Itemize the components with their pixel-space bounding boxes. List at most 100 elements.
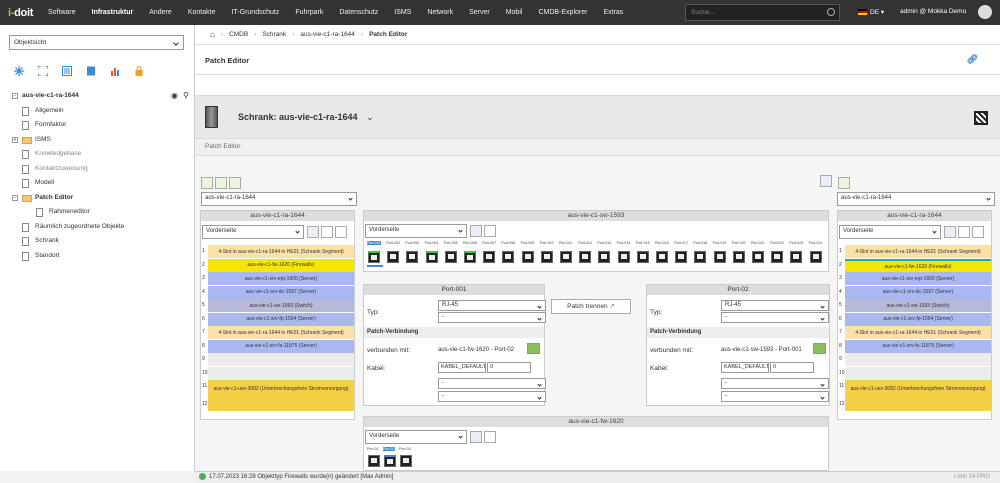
- cable-select-1[interactable]: -: [438, 378, 546, 389]
- switch-port[interactable]: [732, 251, 745, 263]
- nav-item-network[interactable]: Network: [419, 0, 461, 25]
- collapse-icon[interactable]: −: [12, 93, 18, 99]
- rack-unit-slot[interactable]: [845, 353, 991, 366]
- switch-port[interactable]: [790, 251, 803, 263]
- cable-select-1[interactable]: -: [721, 378, 829, 389]
- object-title[interactable]: Schrank: aus-vie-c1-ra-1644 ⌄: [238, 112, 374, 123]
- rack-unit-slot[interactable]: aus-vie-c1-srv-dc-1597 (Server): [208, 285, 354, 299]
- firewall-port[interactable]: [400, 455, 412, 467]
- arrow-left-icon[interactable]: [838, 177, 850, 189]
- switch-port[interactable]: [656, 251, 668, 263]
- nav-item-extras[interactable]: Extras: [595, 0, 631, 25]
- type-select[interactable]: RJ-45: [438, 300, 546, 311]
- rack-unit-slot[interactable]: [208, 398, 354, 411]
- tree-item-kontaktzuweisung[interactable]: Kontaktzuweisung: [8, 162, 193, 177]
- switch-port[interactable]: [579, 251, 592, 263]
- switch-port[interactable]: [636, 251, 649, 263]
- breadcrumb-schrank[interactable]: Schrank: [262, 31, 286, 38]
- rack-unit-slot[interactable]: 4-Slot in aus-vie-c1-ra-1644 in HE01 (Sc…: [208, 245, 354, 258]
- rack-unit-slot[interactable]: 4-Slot in aus-vie-c1-ra-1644 in HE01 (Sc…: [208, 326, 354, 339]
- switch-port[interactable]: [387, 251, 400, 263]
- switch-port[interactable]: [406, 251, 419, 263]
- tree-item-rahmeneditor[interactable]: Rahmeneditor: [8, 205, 193, 220]
- nav-item-isms[interactable]: ISMS: [386, 0, 419, 25]
- switch-port[interactable]: [464, 251, 476, 263]
- search-input[interactable]: Suche...: [685, 4, 840, 21]
- switch-port[interactable]: [368, 251, 380, 263]
- tree-item-räumlich-zugeordnete-objekte[interactable]: Räumlich zugeordnete Objekte: [8, 220, 193, 235]
- list-icon[interactable]: [62, 66, 72, 76]
- refresh-icon[interactable]: [958, 226, 970, 238]
- side-select[interactable]: Vorderseite: [839, 225, 941, 239]
- rack-unit-slot[interactable]: [208, 366, 354, 380]
- rack-unit-slot[interactable]: aus-vie-c1-srv-erp-1600 (Server): [845, 272, 991, 285]
- settings-icon[interactable]: [14, 66, 24, 76]
- rack-unit-slot[interactable]: aus-vie-c1-srv-fp-1594 (Server): [208, 312, 354, 326]
- nav-item-server[interactable]: Server: [461, 0, 498, 25]
- switch-port[interactable]: [540, 251, 553, 263]
- switch-port[interactable]: [752, 251, 764, 263]
- tree-root[interactable]: − aus-vie-c1-ra-1644 ◉ ⚲: [8, 89, 193, 104]
- type2-select[interactable]: -: [438, 312, 546, 323]
- expand-icon[interactable]: +: [12, 136, 18, 143]
- tree-item-schrank[interactable]: Schrank: [8, 234, 193, 249]
- rack-unit-slot[interactable]: aus-vie-c1-srv-erp-1600 (Server): [208, 272, 354, 285]
- refresh-icon[interactable]: [215, 177, 227, 189]
- collapse-icon[interactable]: −: [12, 194, 18, 201]
- chevron-down-icon[interactable]: ⌄: [366, 112, 374, 122]
- disconnect-button[interactable]: Patch trennen ↗: [551, 299, 631, 314]
- type-select[interactable]: RJ-45: [721, 300, 829, 311]
- tree-item-isms[interactable]: + ISMS: [8, 133, 193, 148]
- lock-icon[interactable]: [134, 66, 144, 76]
- view-icon[interactable]: [944, 226, 956, 238]
- switch-port[interactable]: [425, 251, 438, 263]
- right-rack-select[interactable]: aus-vie-c1-ra-1644: [837, 192, 995, 206]
- edit-icon[interactable]: [820, 175, 832, 187]
- rack-unit-slot[interactable]: [845, 398, 991, 411]
- print-icon[interactable]: [484, 431, 496, 443]
- nav-item-infrastruktur[interactable]: Infrastruktur: [84, 0, 142, 25]
- tree-item-knowledgebase[interactable]: Knowledgebase: [8, 147, 193, 162]
- connected-value[interactable]: aus-vie-c1-fw-1620 - Port-02: [438, 347, 514, 353]
- rack-unit-slot[interactable]: aus-vie-c1-sw-1593 (Switch): [845, 299, 991, 312]
- plug-icon[interactable]: [527, 343, 540, 354]
- switch-port[interactable]: [521, 251, 534, 263]
- firewall-port[interactable]: [384, 455, 396, 467]
- user-menu[interactable]: admin @ Mokka Demo: [900, 8, 966, 15]
- tree-item-formfaktor[interactable]: Formfaktor: [8, 118, 193, 133]
- switch-port[interactable]: [675, 251, 688, 263]
- rack-unit-slot[interactable]: aus-vie-c1-fw-1620 (Firewalls): [208, 258, 354, 272]
- rack-unit-slot[interactable]: aus-vie-c1-fw-1620 (Firewalls): [845, 258, 991, 272]
- type2-select[interactable]: -: [721, 312, 829, 323]
- cable-select-2[interactable]: -: [721, 391, 829, 402]
- switch-port[interactable]: [483, 251, 496, 263]
- rack-unit-slot[interactable]: aus-vie-c1-srv-fp-1594 (Server): [845, 312, 991, 326]
- nav-item-software[interactable]: Software: [40, 0, 84, 25]
- cable-number-input[interactable]: 0: [487, 362, 531, 373]
- link-icon[interactable]: 🔗︎: [967, 54, 978, 65]
- rack-unit-slot[interactable]: aus-vie-c1-usv-3082 (Unterbrechungsfreie…: [208, 380, 354, 398]
- print-icon[interactable]: [335, 226, 347, 238]
- view-icon[interactable]: [470, 225, 482, 237]
- rack-unit-slot[interactable]: aus-vie-c1-srv-fs-11875 (Server): [845, 339, 991, 353]
- idoit-logo[interactable]: i-doit: [0, 7, 40, 19]
- view-icon[interactable]: [470, 431, 482, 443]
- tree-item-standort[interactable]: Standort: [8, 249, 193, 264]
- cable-input[interactable]: KABEL_DEFAULT: [438, 362, 486, 373]
- switch-port[interactable]: [444, 251, 457, 263]
- breadcrumb-object[interactable]: aus-vie-c1-ra-1644: [300, 31, 355, 38]
- left-rack-select[interactable]: aus-vie-c1-ra-1644: [201, 192, 357, 206]
- cable-input[interactable]: KABEL_DEFAULT: [721, 362, 769, 373]
- view-icon[interactable]: [307, 226, 319, 238]
- side-select[interactable]: Vorderseite: [202, 225, 304, 239]
- chart-icon[interactable]: [110, 66, 120, 76]
- side-select[interactable]: Vorderseite: [365, 430, 467, 444]
- rack-unit-slot[interactable]: aus-vie-c1-srv-fs-11875 (Server): [208, 339, 354, 353]
- print-icon[interactable]: [972, 226, 984, 238]
- cable-number-input[interactable]: 0: [770, 362, 814, 373]
- tree-item-modell[interactable]: Modell: [8, 176, 193, 191]
- refresh-icon[interactable]: [321, 226, 333, 238]
- firewall-port[interactable]: [368, 455, 380, 467]
- language-selector[interactable]: DE ▾: [858, 8, 884, 16]
- rack-unit-slot[interactable]: [208, 353, 354, 366]
